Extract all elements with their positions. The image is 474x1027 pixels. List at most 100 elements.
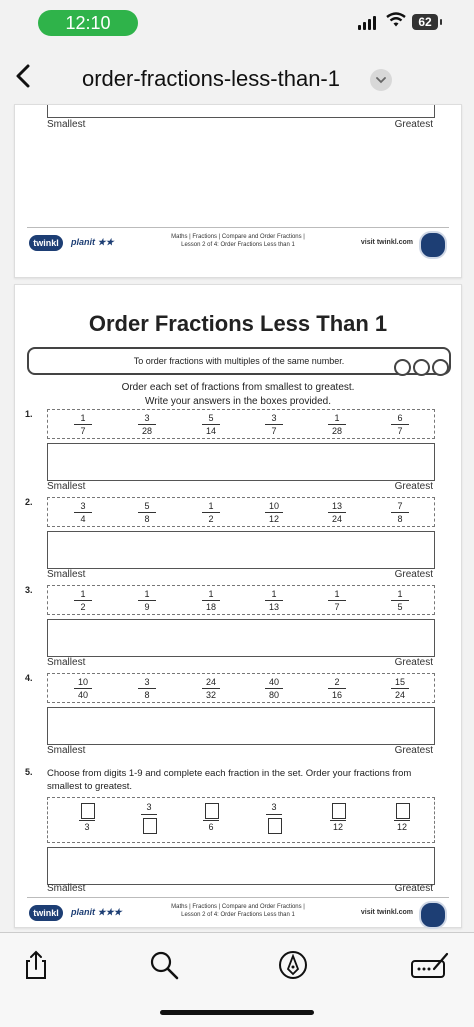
numerator: 3: [144, 677, 150, 687]
greatest-label: Greatest: [394, 119, 433, 130]
denominator: 24: [394, 690, 405, 700]
question-1-fractions: 1 7 3 28 5 14 3 7 1 28 6 7: [47, 409, 435, 439]
numerator: 3: [146, 802, 152, 812]
question-4-fractions: 10 40 3 8 24 32 40 80 2 16 15 24: [47, 673, 435, 703]
numerator: 2: [334, 677, 340, 687]
greatest-label: Greatest: [394, 569, 433, 580]
battery-indicator: 62: [412, 14, 442, 30]
numerator: 1: [144, 589, 150, 599]
denominator: 7: [80, 426, 86, 436]
denominator: 5: [397, 602, 403, 612]
fraction: 15 24: [385, 677, 415, 700]
smallest-label: Smallest: [47, 883, 86, 894]
denominator: 12: [396, 822, 407, 832]
digit-slot[interactable]: [143, 818, 157, 834]
numerator: 40: [268, 677, 279, 687]
pdf-page-1[interactable]: Smallest Greatest twinkl planit ★★ Maths…: [14, 104, 462, 278]
numerator: 5: [144, 501, 150, 511]
answer-box-5[interactable]: [47, 847, 435, 885]
denominator: 7: [334, 602, 340, 612]
fraction: 10 12: [259, 501, 289, 524]
denominator: 7: [271, 426, 277, 436]
denominator: 8: [397, 514, 403, 524]
digit-slot[interactable]: [205, 803, 219, 819]
fraction: 38: [132, 677, 162, 700]
greatest-label: Greatest: [394, 657, 433, 668]
fraction: 58: [132, 501, 162, 524]
numerator: 15: [394, 677, 405, 687]
question-2-number: 2.: [25, 497, 33, 507]
numerator: 10: [268, 501, 279, 511]
numerator: 3: [144, 413, 150, 423]
answer-box-3[interactable]: [47, 619, 435, 657]
status-bar: 12:10 62: [0, 0, 474, 46]
title-menu-button[interactable]: [370, 69, 392, 91]
denominator: 2: [208, 514, 214, 524]
fraction: 10 40: [68, 677, 98, 700]
numerator: 1: [334, 413, 340, 423]
question-3-fractions: 1 2 1 9 1 18 1 13 1 7 1 5: [47, 585, 435, 615]
chevron-down-icon: [376, 77, 386, 84]
smallest-label: Smallest: [47, 745, 86, 756]
numerator: 1: [271, 589, 277, 599]
numerator: 1: [80, 589, 86, 599]
numerator: 1: [208, 589, 214, 599]
fraction: 15: [385, 589, 415, 612]
question-5-text: Choose from digits 1-9 and complete each…: [47, 768, 412, 792]
status-time[interactable]: 12:10: [38, 10, 138, 36]
denominator: 24: [331, 514, 342, 524]
visit-link: visit twinkl.com: [360, 239, 413, 246]
back-icon[interactable]: [10, 58, 38, 94]
denominator: 14: [205, 426, 216, 436]
fraction: 13 24: [322, 501, 352, 524]
share-icon[interactable]: [20, 949, 52, 981]
numerator: 1: [80, 413, 86, 423]
smallest-label: Smallest: [47, 119, 86, 130]
fraction: 67: [385, 413, 415, 436]
numerator: 6: [397, 413, 403, 423]
markup-icon[interactable]: [277, 949, 309, 981]
denominator: 28: [141, 426, 152, 436]
smallest-label: Smallest: [47, 569, 86, 580]
cellular-signal-icon: [358, 16, 376, 30]
page-footer: twinkl planit ★★ Maths | Fractions | Com…: [15, 227, 461, 259]
denominator: 12: [332, 822, 343, 832]
digit-slot[interactable]: [396, 803, 410, 819]
fraction: 1 28: [322, 413, 352, 436]
question-2-fractions: 3 4 5 8 1 2 10 12 13 24 7 8: [47, 497, 435, 527]
answer-box-1[interactable]: [47, 443, 435, 481]
answer-box-4[interactable]: [47, 707, 435, 745]
fraction: 19: [132, 589, 162, 612]
digit-slot[interactable]: [268, 818, 282, 834]
denominator: 4: [80, 514, 86, 524]
greatest-label: Greatest: [394, 745, 433, 756]
denominator: 13: [268, 602, 279, 612]
numerator: 1: [334, 589, 340, 599]
answer-box-2[interactable]: [47, 531, 435, 569]
search-icon[interactable]: [148, 949, 180, 981]
fraction: 12: [196, 501, 226, 524]
digit-slot[interactable]: [332, 803, 346, 819]
denominator: 12: [268, 514, 279, 524]
denominator: 16: [331, 690, 342, 700]
document-title: order-fractions-less-than-1: [82, 66, 340, 91]
learning-objective: To order fractions with multiples of the…: [27, 347, 451, 375]
denominator: 18: [205, 602, 216, 612]
fraction: 2 16: [322, 677, 352, 700]
page-title: Order Fractions Less Than 1: [88, 311, 388, 336]
denominator: 8: [144, 514, 150, 524]
fraction: 78: [385, 501, 415, 524]
denominator: 80: [268, 690, 279, 700]
fraction: 17: [68, 413, 98, 436]
denominator: 9: [144, 602, 150, 612]
numerator: 3: [80, 501, 86, 511]
quality-badge-icon: [419, 231, 447, 259]
visit-link: visit twinkl.com: [360, 909, 413, 916]
denominator: 7: [397, 426, 403, 436]
question-1-number: 1.: [25, 409, 33, 419]
signature-icon[interactable]: [410, 949, 450, 981]
pdf-page-2[interactable]: Order Fractions Less Than 1 To order fra…: [14, 284, 462, 929]
denominator: 8: [144, 690, 150, 700]
fraction: 37: [259, 413, 289, 436]
digit-slot[interactable]: [81, 803, 95, 819]
